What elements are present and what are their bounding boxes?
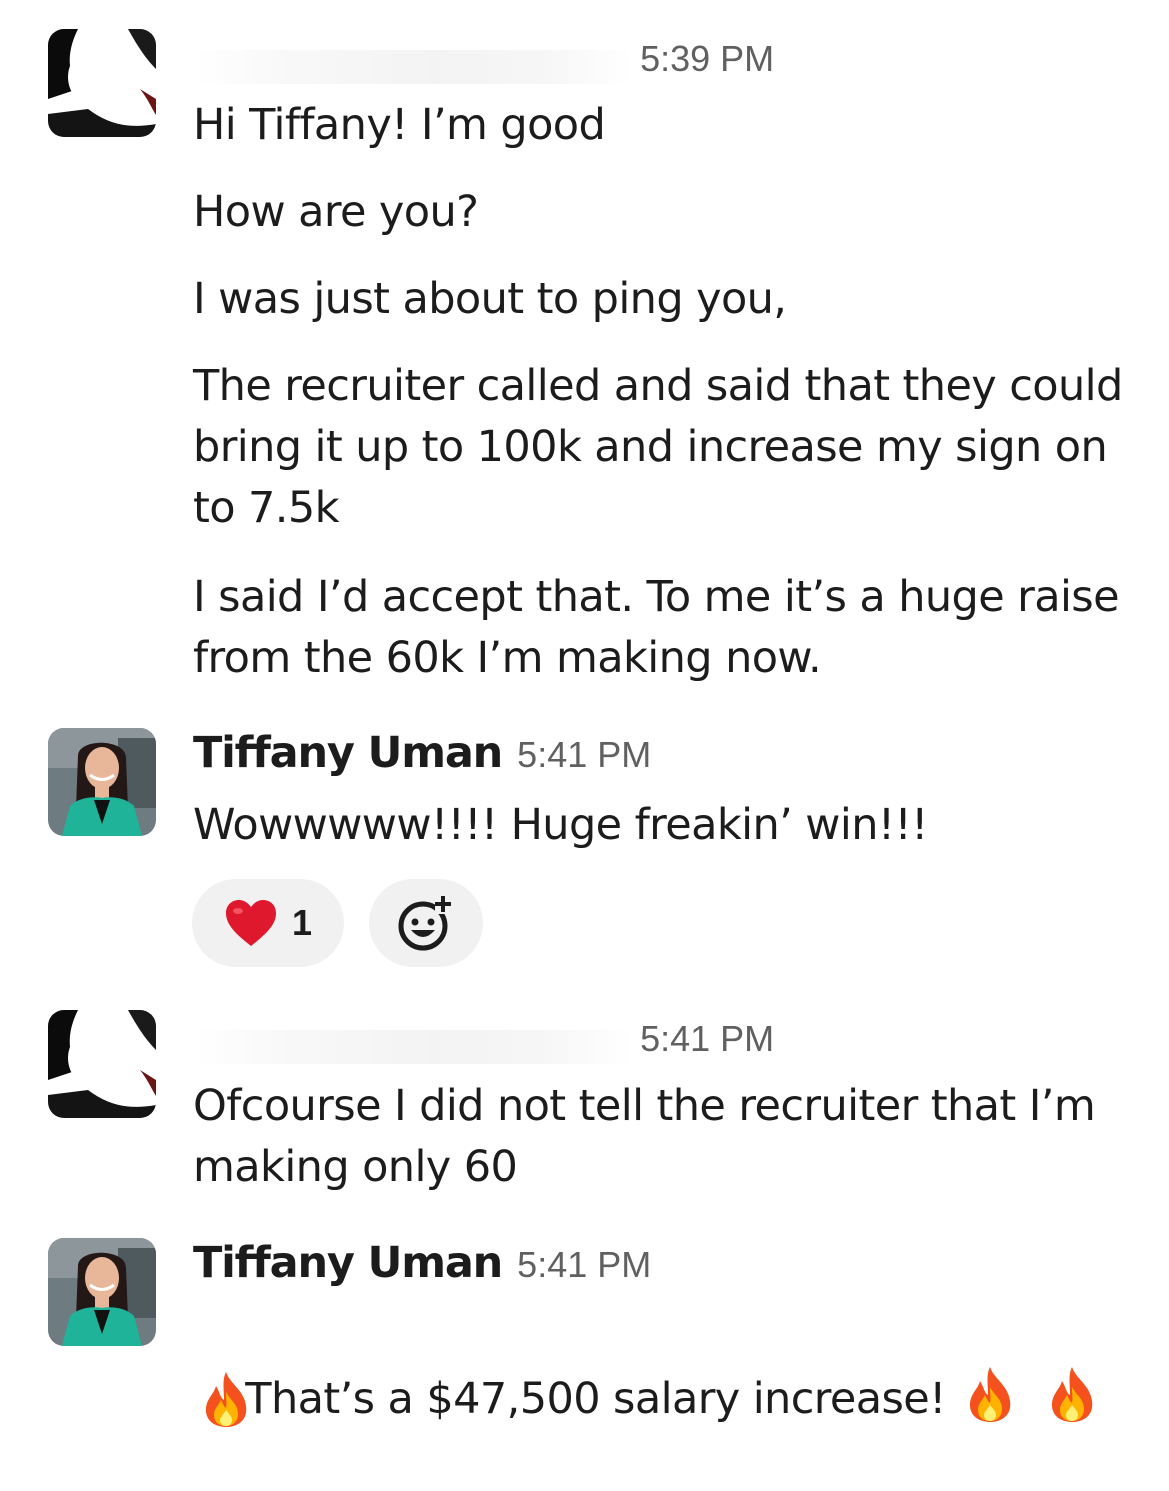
message-header: Tiffany Uman 5:41 PM: [193, 728, 651, 778]
avatar[interactable]: [48, 29, 156, 137]
message-timestamp[interactable]: 5:41 PM: [517, 734, 651, 775]
avatar[interactable]: [48, 1010, 156, 1118]
message-text-content: That’s a $47,500 salary increase!: [245, 1374, 946, 1424]
message-header: 5:39 PM: [193, 38, 774, 88]
sender-name[interactable]: Tiffany Uman: [193, 728, 503, 778]
message-text: How are you?: [193, 187, 479, 237]
message-text: That’s a $47,500 salary increase!: [193, 1304, 1138, 1491]
message-header: Tiffany Uman 5:41 PM: [193, 1238, 651, 1288]
heart-emoji: [225, 900, 276, 946]
message-text: Ofcourse I did not tell the recruiter th…: [193, 1081, 1109, 1192]
fire-emoji: [964, 1365, 1016, 1423]
reaction-count: 1: [291, 902, 313, 943]
message-timestamp[interactable]: 5:39 PM: [640, 38, 774, 79]
avatar[interactable]: [48, 1238, 156, 1346]
sender-name[interactable]: Tiffany Uman: [193, 1238, 503, 1288]
message-text: Hi Tiffany! I’m good: [193, 100, 606, 150]
reaction-heart[interactable]: 1: [192, 879, 344, 967]
redacted-sender-name: [193, 49, 633, 84]
fire-emoji: [200, 1370, 252, 1428]
add-reaction-icon: [398, 892, 451, 951]
message-text: I said I’d accept that. To me it’s a hug…: [193, 572, 1133, 683]
avatar[interactable]: [48, 728, 156, 836]
fire-emoji: [1046, 1365, 1098, 1423]
message-text: The recruiter called and said that they …: [193, 361, 1136, 533]
message-header: 5:41 PM: [193, 1018, 774, 1068]
redacted-sender-name: [193, 1029, 633, 1064]
message-timestamp[interactable]: 5:41 PM: [640, 1018, 774, 1059]
message-timestamp[interactable]: 5:41 PM: [517, 1244, 651, 1285]
message-text: Wowwwww!!!! Huge freakin’ win!!!: [193, 800, 928, 850]
message-text: I was just about to ping you,: [193, 274, 787, 324]
add-reaction-button[interactable]: [369, 879, 483, 967]
